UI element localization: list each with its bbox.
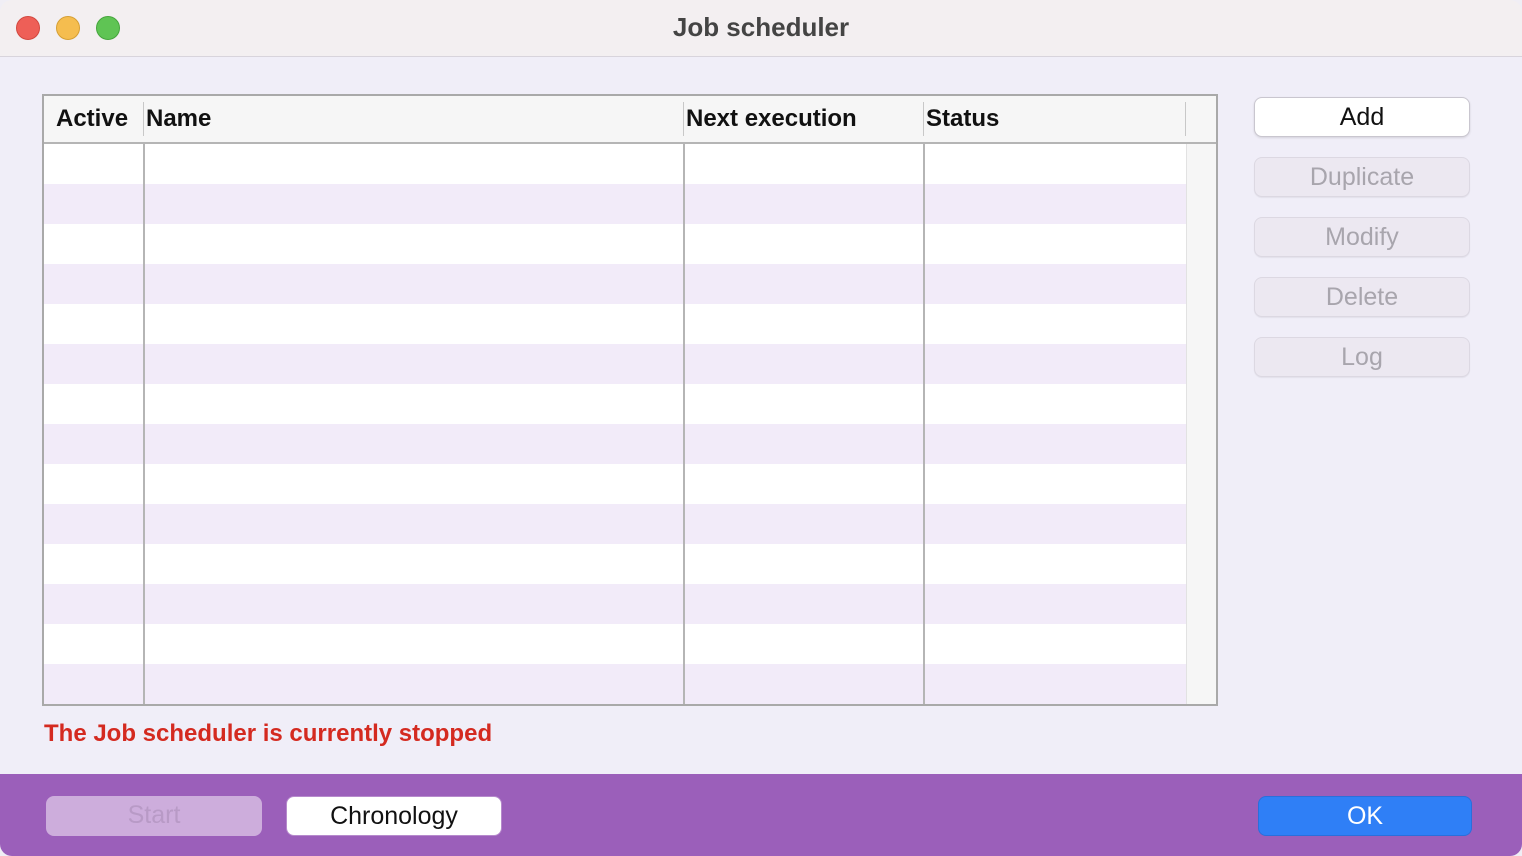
table-row[interactable] (44, 544, 1186, 584)
bottom-button-bar: Start Chronology OK (0, 774, 1522, 856)
column-separator (143, 102, 144, 136)
table-row[interactable] (44, 424, 1186, 464)
table-row[interactable] (44, 144, 1186, 184)
table-row[interactable] (44, 384, 1186, 424)
table-row[interactable] (44, 304, 1186, 344)
column-separator (683, 102, 684, 136)
table-row[interactable] (44, 624, 1186, 664)
table-row[interactable] (44, 504, 1186, 544)
column-separator (923, 102, 924, 136)
table-row[interactable] (44, 664, 1186, 704)
vertical-scrollbar[interactable] (1186, 144, 1216, 704)
table-row[interactable] (44, 344, 1186, 384)
start-button[interactable]: Start (46, 796, 262, 836)
ok-button[interactable]: OK (1258, 796, 1472, 836)
duplicate-button[interactable]: Duplicate (1254, 157, 1470, 197)
column-gridline (143, 144, 145, 704)
title-bar: Job scheduler (0, 0, 1522, 57)
table-row[interactable] (44, 264, 1186, 304)
column-gridline (683, 144, 685, 704)
chronology-button[interactable]: Chronology (286, 796, 502, 836)
scheduler-status-message: The Job scheduler is currently stopped (44, 720, 493, 747)
table-row[interactable] (44, 224, 1186, 264)
column-header-status[interactable]: Status (926, 96, 999, 142)
modify-button[interactable]: Modify (1254, 217, 1470, 257)
add-button[interactable]: Add (1254, 97, 1470, 137)
column-separator (1185, 102, 1186, 136)
table-body (44, 144, 1186, 704)
table-row[interactable] (44, 464, 1186, 504)
column-header-name[interactable]: Name (146, 96, 211, 142)
column-header-active[interactable]: Active (56, 96, 128, 142)
jobs-table[interactable]: Active Name Next execution Status (42, 94, 1218, 706)
delete-button[interactable]: Delete (1254, 277, 1470, 317)
table-row[interactable] (44, 584, 1186, 624)
table-header: Active Name Next execution Status (44, 96, 1216, 144)
column-header-next-execution[interactable]: Next execution (686, 96, 857, 142)
job-scheduler-window: Job scheduler Active Name Next execution… (0, 0, 1522, 856)
log-button[interactable]: Log (1254, 337, 1470, 377)
table-row[interactable] (44, 184, 1186, 224)
column-gridline (923, 144, 925, 704)
window-title: Job scheduler (672, 12, 850, 42)
